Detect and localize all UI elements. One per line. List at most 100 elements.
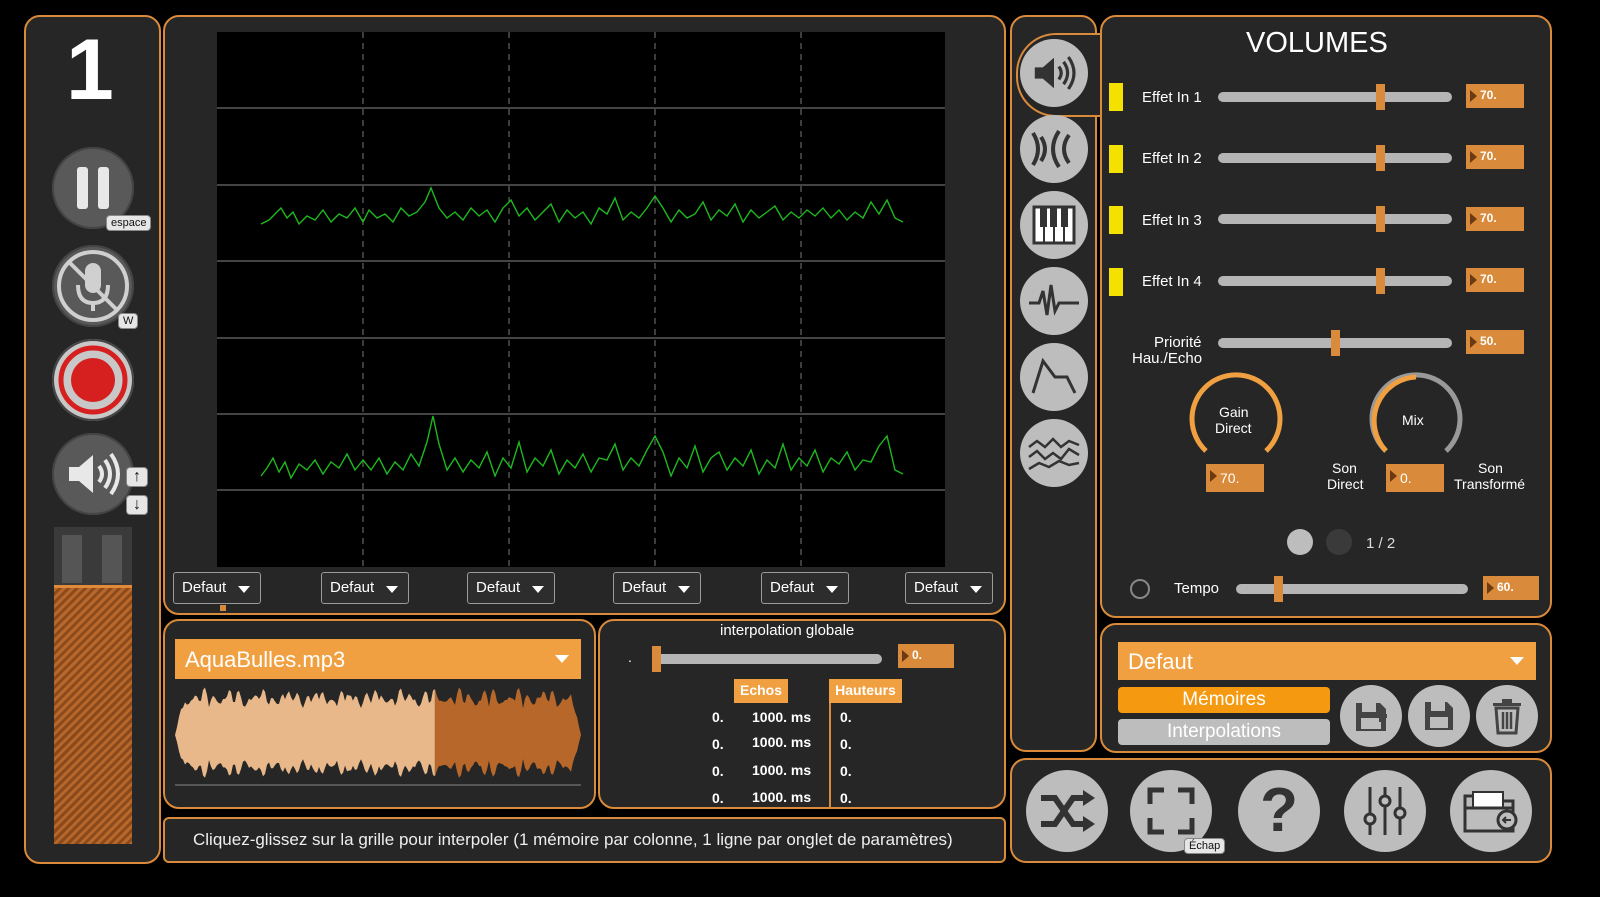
effect-1-led[interactable] [1109, 83, 1123, 111]
chevron-down-icon [1510, 657, 1524, 665]
echo-delay-2: 1000. ms [752, 734, 812, 750]
piano-icon [1032, 205, 1076, 245]
mic-key-badge: W [118, 313, 139, 329]
mix-value[interactable]: 0. [1386, 464, 1444, 492]
tempo-toggle[interactable] [1130, 579, 1150, 599]
spectrum-icon [1028, 437, 1080, 471]
effect-1-thumb[interactable] [1375, 84, 1385, 110]
tempo-thumb[interactable] [1273, 576, 1283, 602]
effect-3-slider[interactable] [1218, 206, 1452, 232]
effect-3-led[interactable] [1109, 206, 1123, 234]
priority-value[interactable]: 50. [1466, 330, 1524, 354]
echo-amount-1: 0. [712, 709, 724, 725]
chevron-down-icon [555, 655, 569, 663]
effect-2-led[interactable] [1109, 145, 1123, 173]
level-meter-fill [54, 585, 132, 844]
effect-4-led[interactable] [1109, 268, 1123, 296]
tab-volumes[interactable] [1020, 39, 1088, 107]
priority-label-line1: Priorité [1154, 334, 1202, 351]
son-transforme-label-2: Transformé [1454, 476, 1526, 492]
effect-3-thumb[interactable] [1375, 206, 1385, 232]
effect-1-value[interactable]: 70. [1466, 84, 1524, 108]
waveform-icon [1029, 284, 1079, 316]
volumes-title: VOLUMES [1246, 27, 1388, 59]
volume-button[interactable] [52, 433, 134, 515]
priority-label-line2: Hau./Echo [1132, 350, 1203, 367]
volume-down-key[interactable]: ↓ [126, 495, 148, 515]
save-as-button[interactable] [1340, 685, 1402, 747]
page-dot-1[interactable] [1287, 529, 1313, 555]
delete-button[interactable] [1476, 685, 1538, 747]
gain-direct-label-2: Direct [1215, 420, 1252, 436]
fullscreen-key-badge: Échap [1184, 838, 1226, 854]
speaker-icon [1034, 56, 1076, 90]
level-meter-cell [62, 535, 82, 583]
open-folder-button[interactable] [1450, 770, 1532, 852]
echo-amount-4: 0. [712, 790, 724, 806]
son-direct-label-1: Son [1332, 460, 1357, 476]
tempo-value[interactable]: 60. [1483, 576, 1539, 600]
global-interpolation-thumb[interactable] [652, 646, 661, 672]
preset-name: Defaut [1128, 649, 1193, 674]
tab-echo[interactable] [1020, 115, 1088, 183]
global-interpolation-value[interactable]: 0. [898, 644, 954, 668]
gain-direct-value[interactable]: 70. [1206, 464, 1264, 492]
echo-amount-3: 0. [712, 763, 724, 779]
mixer-button[interactable] [1344, 770, 1426, 852]
interpolation-panel: interpolation globale . 0. Echos Hauteur… [598, 619, 1006, 809]
interpolations-tab[interactable]: Interpolations [1118, 719, 1330, 745]
column-preset-dropdown-1[interactable]: Defaut [173, 572, 261, 604]
effect-2-slider[interactable] [1218, 145, 1452, 171]
column-preset-dropdown-2[interactable]: Defaut [321, 572, 409, 604]
preset-selector[interactable]: Defaut [1118, 642, 1536, 680]
tempo-slider[interactable] [1236, 576, 1468, 602]
priority-thumb[interactable] [1330, 330, 1340, 356]
level-meter-cell [102, 535, 122, 583]
effect-2-value[interactable]: 70. [1466, 145, 1524, 169]
speaker-icon [69, 452, 120, 496]
global-interpolation-slider[interactable] [652, 646, 882, 672]
level-meter [54, 527, 132, 844]
volumes-panel: VOLUMES Effet In 1 70. Effet In 2 70. Ef… [1100, 15, 1552, 618]
column-preset-dropdown-3[interactable]: Defaut [467, 572, 555, 604]
interpolation-grid[interactable] [217, 32, 945, 567]
record-button[interactable] [52, 339, 134, 421]
volume-up-key[interactable]: ↑ [126, 467, 148, 487]
status-bar: Cliquez-glissez sur la grille pour inter… [163, 817, 1006, 863]
save-button[interactable] [1408, 685, 1470, 747]
column-preset-dropdown-5[interactable]: Defaut [761, 572, 849, 604]
save-as-icon [1356, 703, 1387, 731]
effect-3-value[interactable]: 70. [1466, 207, 1524, 231]
echo-delay-1: 1000. ms [752, 709, 812, 725]
audio-waveform-preview[interactable] [175, 687, 581, 787]
tab-spectrum[interactable] [1020, 419, 1088, 487]
column-preset-dropdown-4[interactable]: Defaut [613, 572, 701, 604]
fullscreen-icon [1147, 787, 1195, 835]
page-dot-2[interactable] [1326, 529, 1352, 555]
page-indicator: 1 / 2 [1366, 535, 1396, 552]
pitch-value-3: 0. [840, 763, 852, 779]
memoires-tab[interactable]: Mémoires [1118, 687, 1330, 713]
echo-amount-2: 0. [712, 736, 724, 752]
help-button[interactable]: ? [1238, 770, 1320, 852]
son-direct-label-2: Direct [1327, 476, 1364, 492]
effect-4-thumb[interactable] [1375, 268, 1385, 294]
shuffle-button[interactable] [1026, 770, 1108, 852]
effect-4-slider[interactable] [1218, 268, 1452, 294]
save-icon [1425, 702, 1453, 730]
left-panel: 1 espace W ↑ ↓ [24, 15, 161, 864]
audio-file-selector[interactable]: AquaBulles.mp3 [175, 639, 581, 679]
tab-pitch[interactable] [1020, 191, 1088, 259]
tempo-label: Tempo [1174, 580, 1220, 597]
column-preset-dropdown-6[interactable]: Defaut [905, 572, 993, 604]
effect-4-value[interactable]: 70. [1466, 268, 1524, 292]
envelope-icon [1031, 357, 1077, 394]
hauteurs-header: Hauteurs [829, 679, 902, 703]
echo-delay-3: 1000. ms [752, 762, 812, 778]
tab-column [1010, 15, 1118, 752]
tab-envelope[interactable] [1020, 343, 1088, 411]
effect-2-thumb[interactable] [1375, 145, 1385, 171]
effect-1-slider[interactable] [1218, 84, 1452, 110]
tab-waveform[interactable] [1020, 267, 1088, 335]
priority-slider[interactable] [1218, 330, 1452, 356]
